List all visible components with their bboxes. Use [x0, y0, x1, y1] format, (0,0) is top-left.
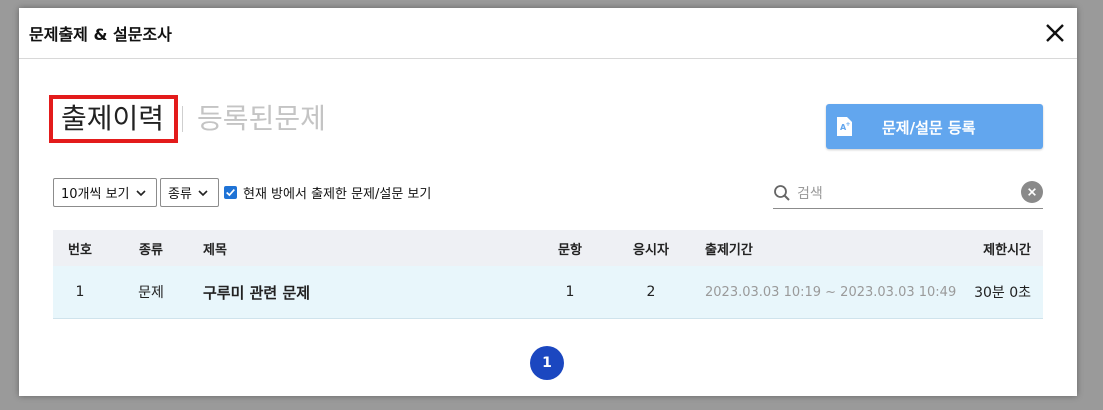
row-questions: 1 [565, 284, 575, 300]
type-select[interactable]: 종류 [160, 178, 219, 207]
table-row[interactable]: 1 문제 구루미 관련 문제 1 2 2023.03.03 10:19 ~ 20… [53, 266, 1043, 319]
tab-registered[interactable]: 등록된문제 [197, 102, 326, 136]
column-header-type: 종류 [139, 242, 163, 258]
tab-divider [182, 106, 184, 132]
tab-history[interactable]: 출제이력 [48, 95, 179, 143]
column-header-time-limit: 제한시간 [983, 242, 1031, 258]
checkmark-icon [226, 188, 235, 197]
row-participants: 2 [646, 284, 656, 300]
chevron-down-icon [135, 189, 146, 196]
column-header-period: 출제기간 [705, 242, 753, 258]
current-room-checkbox[interactable] [224, 186, 237, 199]
filter-bar: 10개씩 보기 종류 현재 방에서 출제한 문제/설문 보기 [53, 178, 431, 207]
history-table: 번호 종류 제목 문항 응시자 출제기간 제한시간 1 문제 구루미 관련 문제… [53, 230, 1043, 319]
page-size-select[interactable]: 10개씩 보기 [53, 178, 157, 207]
close-icon [1046, 24, 1064, 42]
document-icon: A + [837, 117, 852, 136]
register-question-button[interactable]: A + 문제/설문 등록 [826, 104, 1043, 149]
close-button[interactable] [1041, 19, 1069, 47]
search-bar [773, 178, 1043, 209]
dialog-titlebar: 문제출제 & 설문조사 [19, 8, 1077, 59]
column-header-questions: 문항 [558, 242, 582, 258]
tabs: 출제이력 등록된문제 [48, 95, 326, 143]
row-time-limit: 30분 0초 [974, 285, 1031, 301]
svg-text:+: + [846, 121, 851, 128]
current-room-checkbox-label: 현재 방에서 출제한 문제/설문 보기 [243, 187, 432, 202]
column-header-number: 번호 [68, 242, 92, 258]
row-period: 2023.03.03 10:19 ~ 2023.03.03 10:49 [705, 284, 957, 300]
type-value: 종류 [168, 187, 192, 202]
clear-icon [1028, 188, 1036, 196]
row-title[interactable]: 구루미 관련 문제 [195, 282, 525, 303]
search-input[interactable] [795, 182, 1019, 206]
page-button-1[interactable]: 1 [530, 346, 564, 380]
clear-search-button[interactable] [1021, 181, 1043, 203]
dialog-title: 문제출제 & 설문조사 [29, 25, 172, 44]
row-type: 문제 [138, 285, 164, 301]
table-header: 번호 종류 제목 문항 응시자 출제기간 제한시간 [53, 230, 1043, 266]
chevron-down-icon [198, 189, 208, 196]
column-header-participants: 응시자 [633, 242, 669, 258]
row-number: 1 [75, 284, 85, 300]
register-button-label: 문제/설문 등록 [882, 119, 976, 137]
column-header-title: 제목 [203, 242, 227, 258]
search-icon [774, 185, 790, 201]
dialog: 문제출제 & 설문조사 출제이력 등록된문제 A + 문제/설문 등록 10개씩… [19, 8, 1077, 396]
page-size-value: 10개씩 보기 [61, 187, 130, 202]
